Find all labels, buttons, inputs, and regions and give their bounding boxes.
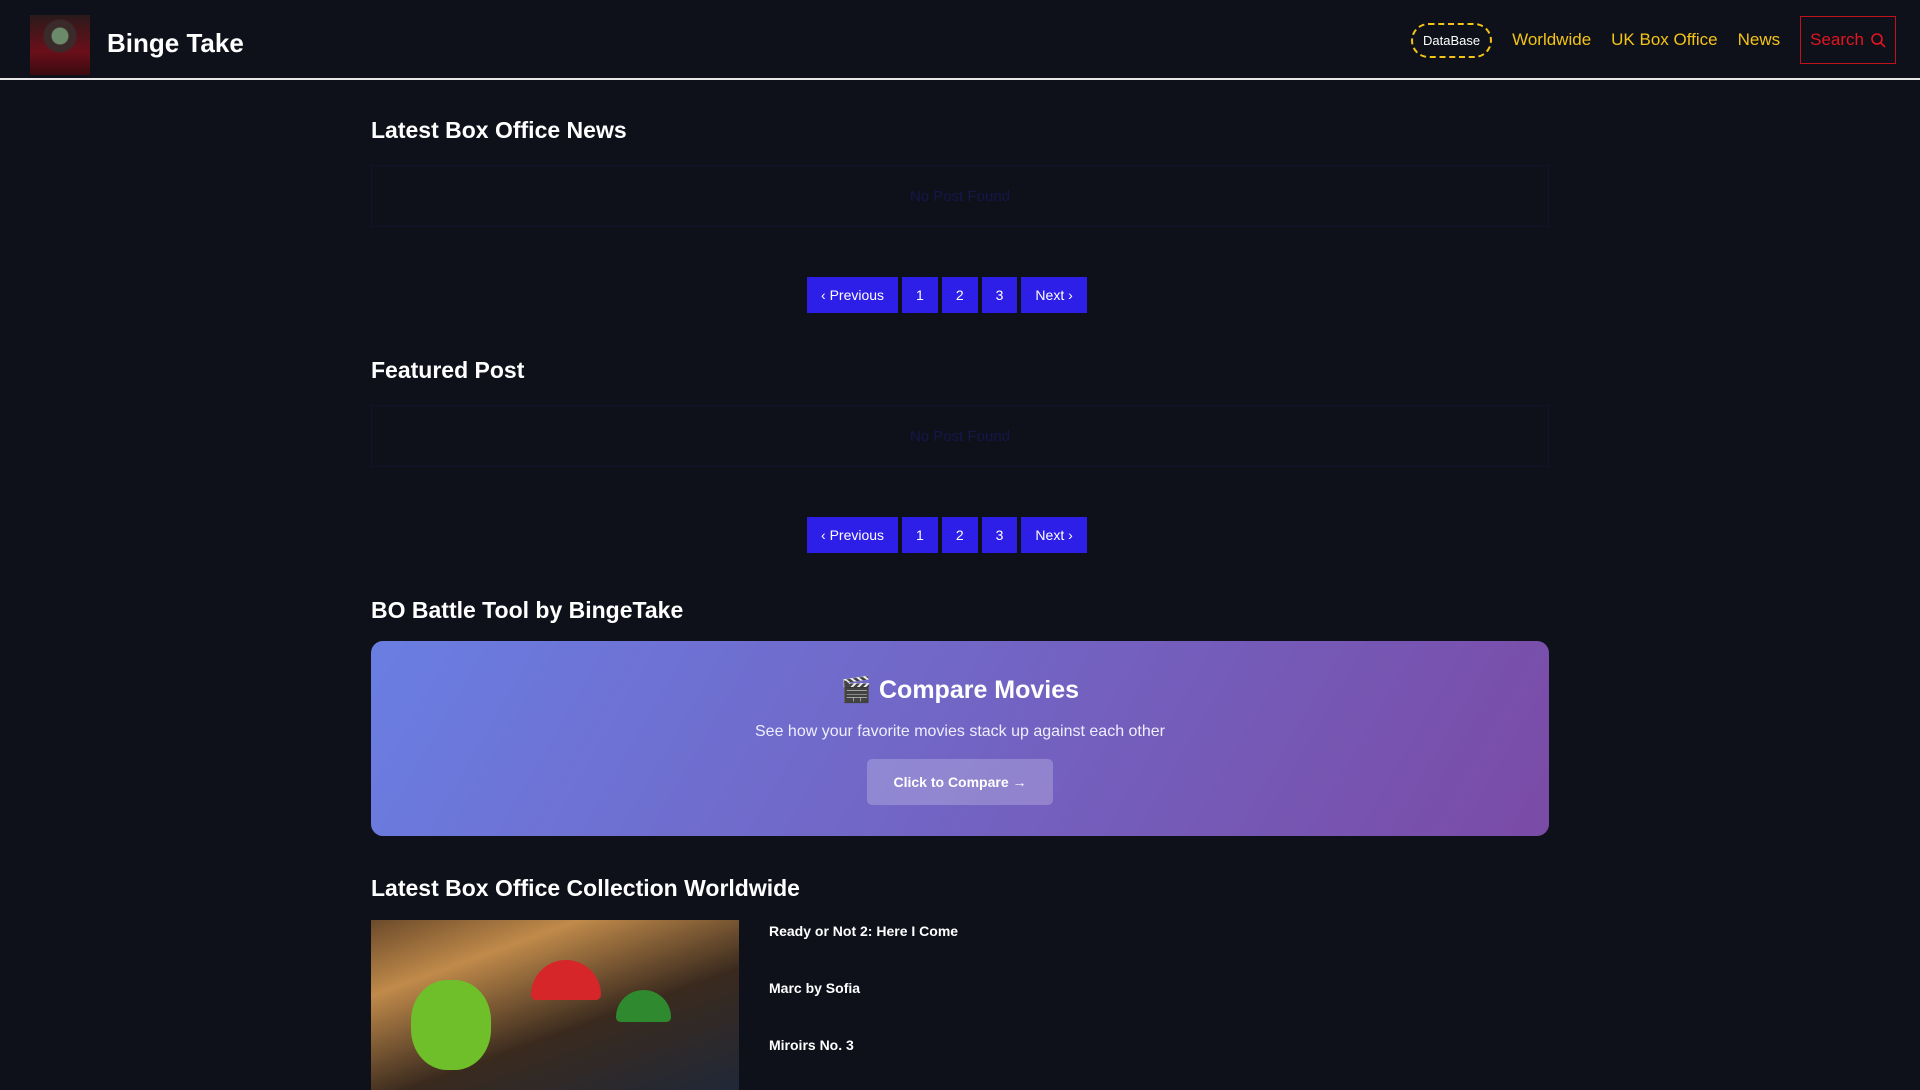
nav-uk-box-office[interactable]: UK Box Office (1611, 30, 1717, 50)
chevron-left-icon: ‹ (821, 287, 830, 303)
compare-subtitle: See how your favorite movies stack up ag… (755, 723, 1165, 740)
news-empty-state: No Post Found (371, 165, 1549, 227)
compare-movies-card: 🎬 Compare Movies See how your favorite m… (371, 641, 1549, 836)
page-2[interactable]: 2 (941, 517, 978, 553)
search-icon (1871, 33, 1886, 48)
featured-empty-state: No Post Found (371, 405, 1549, 467)
next-button[interactable]: Next › (1021, 277, 1087, 313)
section-title-battle: BO Battle Tool by BingeTake (371, 597, 684, 623)
section-title-worldwide: Latest Box Office Collection Worldwide (371, 875, 800, 901)
main-nav: DataBase Worldwide UK Box Office News Se… (1411, 16, 1896, 64)
compare-title: 🎬 Compare Movies (840, 676, 1080, 704)
image-figure (531, 960, 601, 1000)
site-logo[interactable] (30, 15, 90, 75)
page-3[interactable]: 3 (981, 277, 1018, 313)
compare-button[interactable]: Click to Compare → (867, 759, 1053, 805)
nav-news[interactable]: News (1738, 30, 1781, 50)
nav-database[interactable]: DataBase (1411, 22, 1493, 58)
nav-worldwide[interactable]: Worldwide (1512, 30, 1591, 50)
prev-button[interactable]: ‹ Previous (807, 517, 899, 553)
next-label: Next (1035, 287, 1065, 303)
section-title-news: Latest Box Office News (371, 117, 627, 143)
next-label: Next (1035, 527, 1065, 543)
featured-pagination: ‹ Previous 1 2 3 Next › (807, 517, 1087, 553)
featured-movie-image[interactable] (371, 920, 739, 1090)
site-header: Binge Take DataBase Worldwide UK Box Off… (0, 0, 1920, 80)
prev-label: Previous (829, 527, 885, 543)
movie-link[interactable]: Ready or Not 2: Here I Come (769, 923, 958, 939)
image-figure (616, 990, 671, 1022)
movie-link[interactable]: Marc by Sofia (769, 980, 860, 996)
chevron-right-icon: › (1064, 527, 1073, 543)
search-label: Search (1810, 30, 1864, 49)
image-figure (411, 980, 491, 1070)
next-button[interactable]: Next › (1021, 517, 1087, 553)
news-pagination: ‹ Previous 1 2 3 Next › (807, 277, 1087, 313)
movie-link[interactable]: Miroirs No. 3 (769, 1037, 854, 1053)
chevron-right-icon: › (1064, 287, 1073, 303)
section-title-featured: Featured Post (371, 357, 525, 383)
prev-button[interactable]: ‹ Previous (807, 277, 899, 313)
page-1[interactable]: 1 (902, 277, 938, 313)
search-button[interactable]: Search (1800, 16, 1896, 64)
brand-title[interactable]: Binge Take (107, 28, 244, 59)
page-3[interactable]: 3 (981, 517, 1018, 553)
page-1[interactable]: 1 (902, 517, 938, 553)
prev-label: Previous (829, 287, 885, 303)
page-2[interactable]: 2 (941, 277, 978, 313)
chevron-left-icon: ‹ (821, 527, 830, 543)
